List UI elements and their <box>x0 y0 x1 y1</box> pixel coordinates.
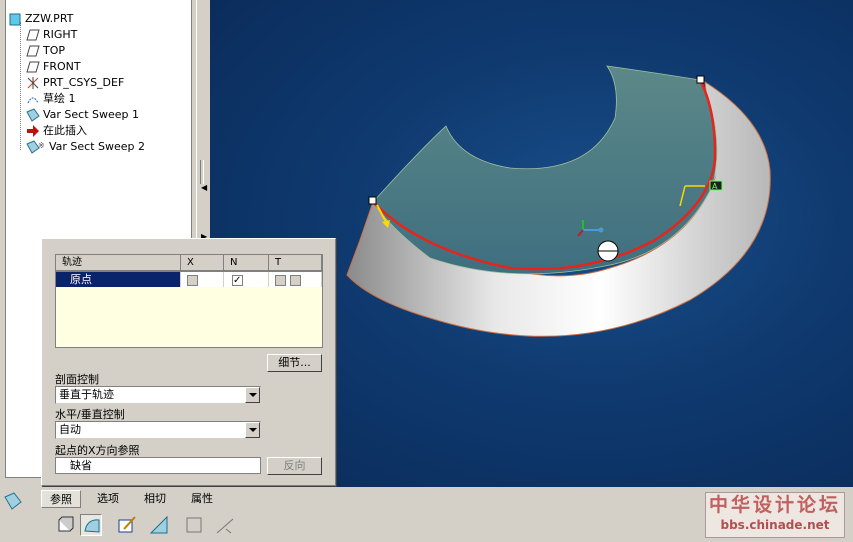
datum-plane-icon <box>26 28 40 42</box>
flip-button[interactable]: 反向 <box>267 457 322 475</box>
tree-item-csys[interactable]: PRT_CSYS_DEF <box>26 75 124 91</box>
collapse-left-icon[interactable]: ◀ <box>201 183 207 192</box>
x-checkbox[interactable] <box>187 274 198 286</box>
details-button[interactable]: 细节... <box>267 354 322 372</box>
hv-control-select[interactable]: 自动 <box>55 421 261 439</box>
sweep-icon <box>3 491 23 511</box>
watermark-url: bbs.chinade.net <box>720 518 830 532</box>
solid-icon[interactable] <box>54 514 76 536</box>
svg-text:A: A <box>712 182 718 191</box>
chevron-down-icon[interactable] <box>245 387 260 403</box>
hv-control-label: 水平/垂直控制 <box>55 408 125 421</box>
tree-item-label: PRT_CSYS_DEF <box>43 76 125 89</box>
tree-item-label: Var Sect Sweep 1 <box>43 108 140 121</box>
tree-item-label: 在此插入 <box>43 124 87 137</box>
t-checkbox-2[interactable] <box>289 274 301 286</box>
section-control-value: 垂直于轨迹 <box>59 388 114 401</box>
datum-plane-icon <box>26 60 40 74</box>
col-x[interactable]: X <box>181 255 224 271</box>
tree-item-label: 草绘 1 <box>43 92 76 105</box>
trajectory-table[interactable]: 轨迹 X N T 原点 <box>55 254 323 348</box>
tree-item-label: ZZW.PRT <box>25 12 74 25</box>
tree-item-label: RIGHT <box>43 28 78 41</box>
tree-connector-lines <box>20 22 21 150</box>
part-icon <box>8 12 22 26</box>
watermark-title: 中华设计论坛 <box>708 494 841 516</box>
sketch-edit-icon[interactable] <box>116 514 138 536</box>
xdir-ref-field[interactable]: 缺省 <box>55 457 261 474</box>
tab-properties[interactable]: 属性 <box>183 490 221 508</box>
sketch-icon <box>26 92 40 106</box>
svg-text:※: ※ <box>38 141 45 150</box>
trajectory-name[interactable]: 原点 <box>56 272 181 287</box>
tree-item-part[interactable]: ZZW.PRT <box>8 11 73 27</box>
sweep-icon <box>26 108 40 122</box>
tab-references[interactable]: 参照 <box>41 490 81 508</box>
csys-icon <box>26 76 40 90</box>
n-checkbox[interactable] <box>232 273 243 288</box>
thicken-icon[interactable] <box>148 514 170 536</box>
sweep-new-icon: ※ <box>26 140 46 154</box>
tab-options[interactable]: 选项 <box>89 490 127 508</box>
tree-item-insert-here[interactable]: 在此插入 <box>26 123 87 139</box>
remove-material-icon[interactable] <box>183 514 205 536</box>
tree-item-sweep2[interactable]: ※ Var Sect Sweep 2 <box>26 139 145 155</box>
t-checkbox[interactable] <box>275 274 286 286</box>
tab-tangency[interactable]: 相切 <box>136 490 174 508</box>
datum-plane-icon <box>26 44 40 58</box>
hv-control-value: 自动 <box>59 423 81 436</box>
col-t[interactable]: T <box>269 255 322 271</box>
table-row[interactable]: 原点 <box>56 272 322 288</box>
tree-item-right[interactable]: RIGHT <box>26 27 77 43</box>
end-point-marker <box>696 75 705 84</box>
section-control-select[interactable]: 垂直于轨迹 <box>55 386 261 404</box>
site-watermark: 中华设计论坛 bbs.chinade.net <box>705 492 845 538</box>
chevron-down-icon[interactable] <box>245 422 260 438</box>
start-point-marker <box>368 196 377 205</box>
col-trajectory[interactable]: 轨迹 <box>56 255 181 271</box>
tree-item-front[interactable]: FRONT <box>26 59 81 75</box>
trim-icon[interactable] <box>214 514 236 536</box>
tree-item-top[interactable]: TOP <box>26 43 65 59</box>
references-panel: 轨迹 X N T 原点 细节... 剖面控制 垂直于轨迹 水平/垂直控制 自动 … <box>41 238 336 486</box>
insert-here-arrow-icon <box>26 124 40 138</box>
tree-item-sketch[interactable]: 草绘 1 <box>26 91 76 107</box>
xdir-ref-label: 起点的X方向参照 <box>55 444 140 457</box>
tree-item-label: TOP <box>43 44 66 57</box>
tree-item-label: FRONT <box>43 60 81 73</box>
section-control-label: 剖面控制 <box>55 373 99 386</box>
tree-item-sweep1[interactable]: Var Sect Sweep 1 <box>26 107 139 123</box>
trajectory-table-header: 轨迹 X N T <box>56 255 322 272</box>
tree-item-label: Var Sect Sweep 2 <box>49 140 146 153</box>
splitter-grip[interactable] <box>200 160 204 184</box>
surface-icon[interactable] <box>80 514 102 536</box>
col-n[interactable]: N <box>224 255 269 271</box>
